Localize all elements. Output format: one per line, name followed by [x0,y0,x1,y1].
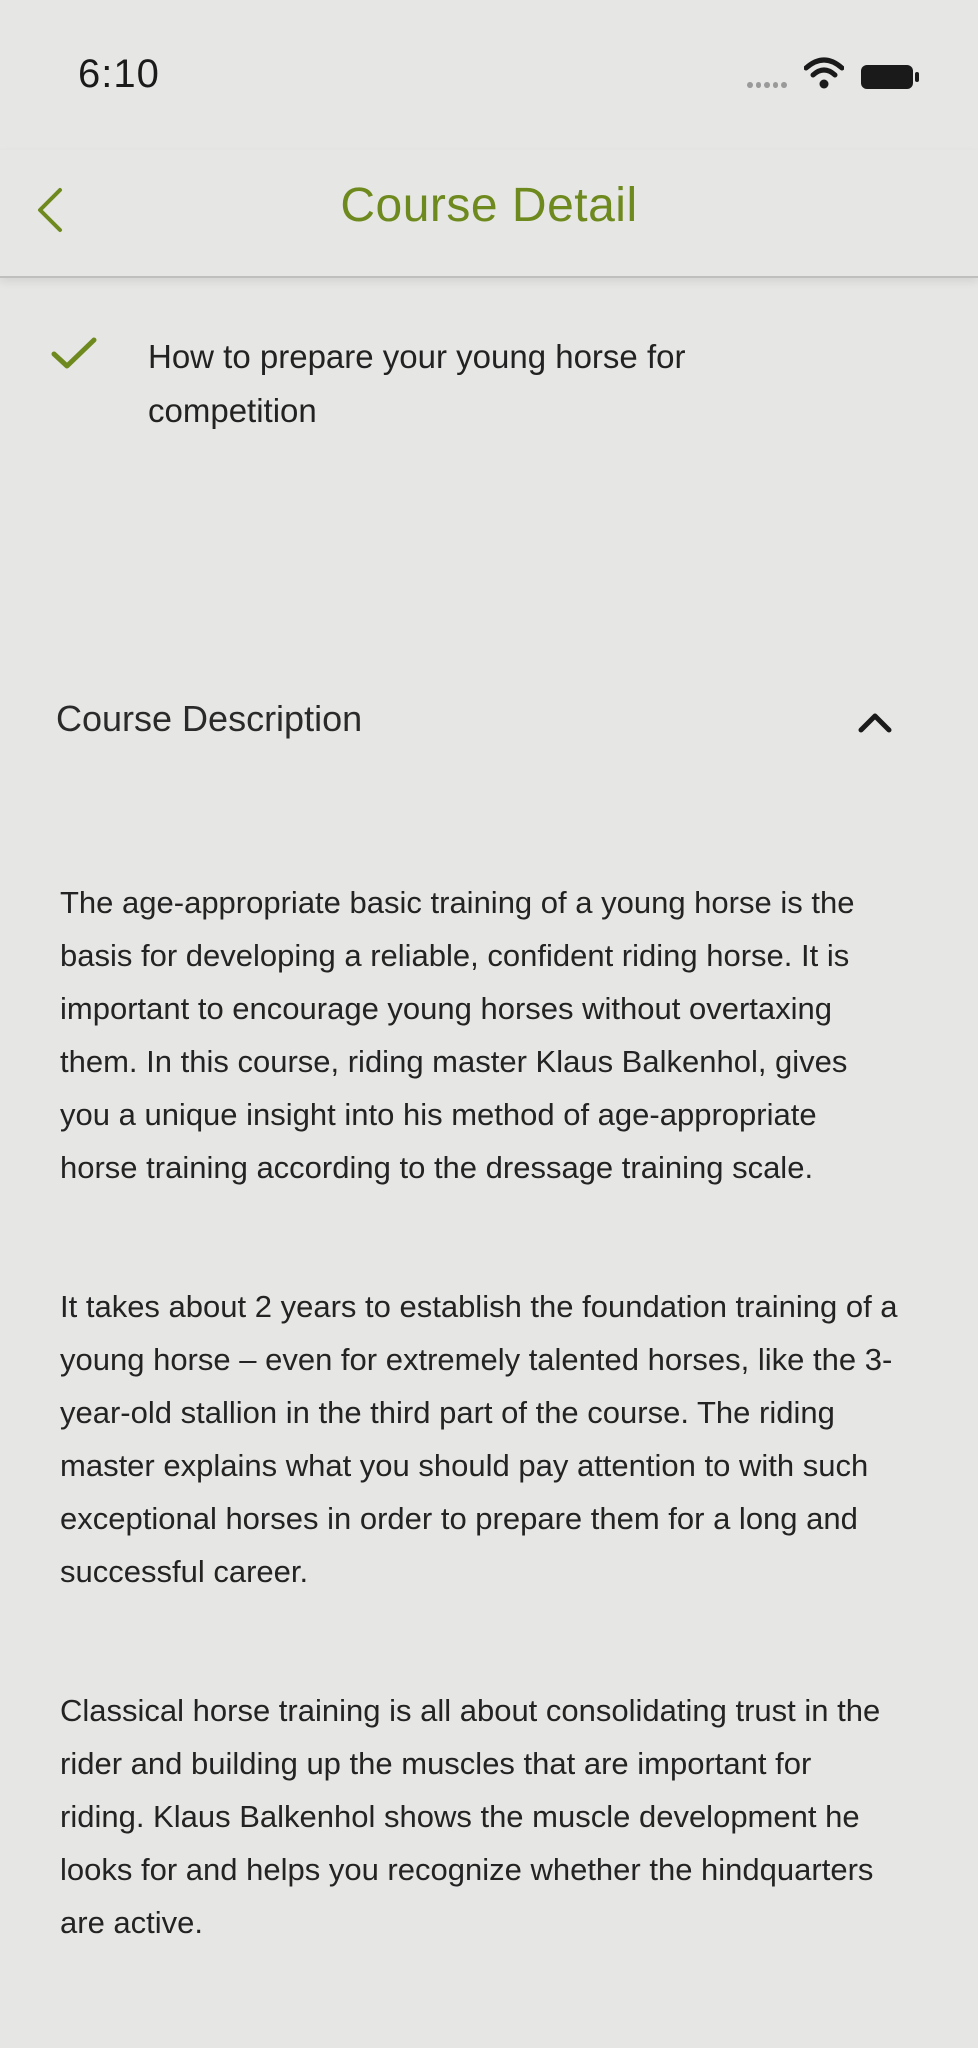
chevron-up-icon[interactable] [855,708,895,736]
navigation-bar: Course Detail [0,150,978,278]
section-title: Course Description [56,698,363,739]
signal-dots-icon [747,78,787,92]
status-time: 6:10 [78,52,160,96]
description-paragraph: It takes about 2 years to establish the … [60,1289,898,1589]
course-description-toggle[interactable]: Course Description [0,680,978,760]
battery-icon [861,65,919,89]
check-icon [51,337,97,369]
description-paragraph: The age-appropriate basic training of a … [60,885,855,1185]
course-description-body: The age-appropriate basic training of a … [60,876,900,1949]
description-paragraph: Classical horse training is all about co… [60,1693,881,1940]
page-title: Course Detail [340,179,638,232]
wifi-icon [804,57,844,89]
status-bar: 6:10 [0,0,978,150]
lesson-item[interactable]: How to prepare your young horse for comp… [0,330,978,450]
lesson-title: How to prepare your young horse for comp… [148,338,686,429]
